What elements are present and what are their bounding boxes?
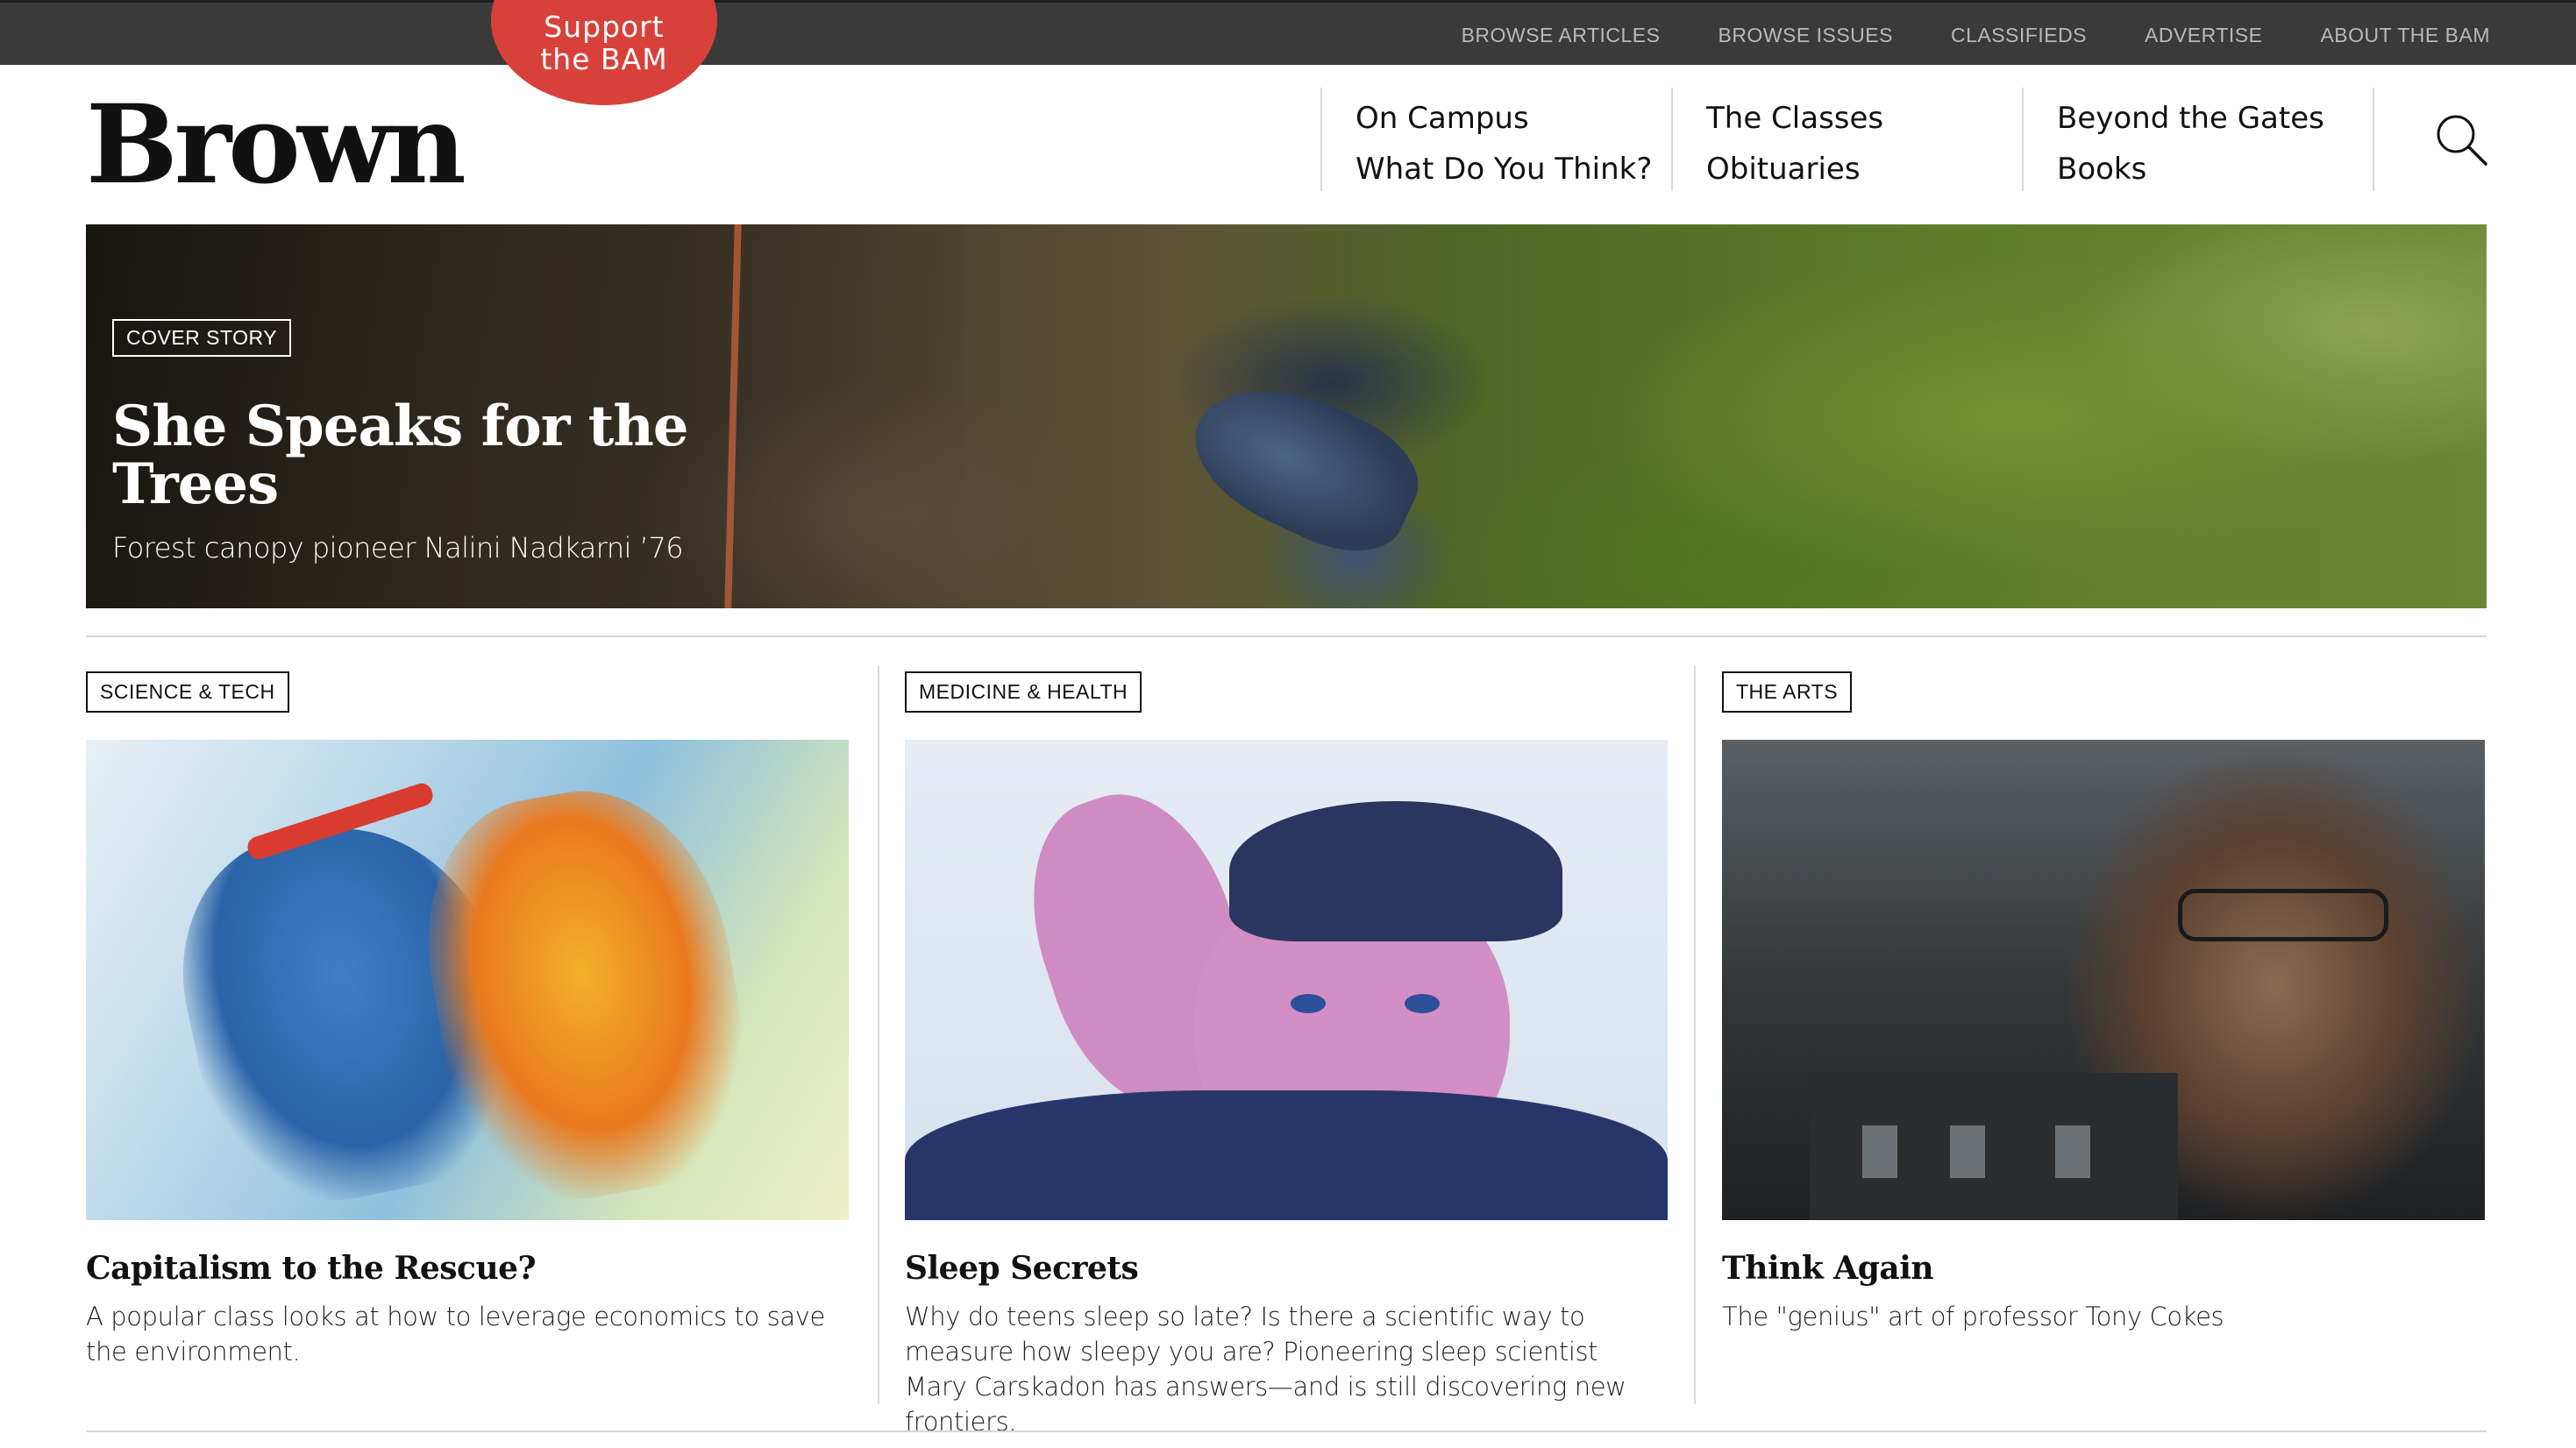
photo-glasses <box>2178 889 2388 941</box>
illustration-eye <box>1405 994 1440 1013</box>
article-card-capitalism: SCIENCE & TECH Capitalism to the Rescue?… <box>86 671 849 1366</box>
search-icon <box>2437 115 2487 166</box>
article-image-capitalism[interactable] <box>86 740 849 1220</box>
column-divider <box>878 666 879 1404</box>
utility-link-about[interactable]: ABOUT THE BAM <box>2320 24 2490 47</box>
support-line-2: the BAM <box>540 42 668 76</box>
photo-window <box>2055 1125 2090 1178</box>
nav-link-obituaries[interactable]: Obituaries <box>1706 144 2022 195</box>
article-image-think-again[interactable] <box>1722 740 2485 1220</box>
top-utility-bar: BROWSE ARTICLES BROWSE ISSUES CLASSIFIED… <box>0 0 2576 65</box>
hero-title[interactable]: She Speaks for the Trees <box>112 398 726 514</box>
nav-column-1: On Campus What Do You Think? <box>1320 88 1671 191</box>
article-description: A popular class looks at how to leverage… <box>86 1302 825 1366</box>
utility-nav: BROWSE ARTICLES BROWSE ISSUES CLASSIFIED… <box>1462 3 2490 67</box>
nav-column-2: The Classes Obituaries <box>1671 88 2022 191</box>
article-image-sleep-secrets[interactable] <box>905 740 1668 1220</box>
hero-image-shoe <box>1173 358 1436 573</box>
column-divider <box>1694 666 1696 1404</box>
category-tag-medicine-health[interactable]: MEDICINE & HEALTH <box>905 671 1142 713</box>
article-title[interactable]: Think Again <box>1722 1250 1934 1287</box>
nav-column-3: Beyond the Gates Books <box>2022 88 2373 191</box>
article-description: Why do teens sleep so late? Is there a s… <box>905 1302 1626 1437</box>
nav-link-what-do-you-think[interactable]: What Do You Think? <box>1356 144 1671 195</box>
article-card-think-again: THE ARTS Think Again The "genius" art of… <box>1722 671 2485 1331</box>
nav-link-books[interactable]: Books <box>2057 144 2373 195</box>
hero-cover-story[interactable]: COVER STORY She Speaks for the Trees For… <box>86 224 2487 608</box>
search-button[interactable] <box>2373 88 2488 191</box>
article-title[interactable]: Capitalism to the Rescue? <box>86 1250 537 1287</box>
bottom-divider <box>86 1430 2487 1432</box>
support-line-1: Support <box>544 10 665 44</box>
nav-link-on-campus[interactable]: On Campus <box>1356 93 1671 144</box>
utility-link-browse-articles[interactable]: BROWSE ARTICLES <box>1462 24 1661 47</box>
utility-link-classifieds[interactable]: CLASSIFIEDS <box>1951 24 2087 47</box>
site-logo[interactable]: Brown <box>86 84 466 207</box>
support-the-bam-button[interactable]: Support the BAM <box>491 0 717 105</box>
article-title[interactable]: Sleep Secrets <box>905 1250 1139 1287</box>
hero-subtitle: Forest canopy pioneer Nalini Nadkarni ’7… <box>112 531 684 564</box>
photo-window <box>1862 1125 1897 1178</box>
category-tag-science-tech[interactable]: SCIENCE & TECH <box>86 671 289 713</box>
cover-story-tag[interactable]: COVER STORY <box>112 319 292 357</box>
article-description: The "genius" art of professor Tony Cokes <box>1722 1302 2224 1331</box>
main-nav: On Campus What Do You Think? The Classes… <box>1320 88 2488 191</box>
article-card-sleep-secrets: MEDICINE & HEALTH Sleep Secrets Why do t… <box>905 671 1668 1437</box>
illustration-cap <box>1229 801 1562 941</box>
illustration-jacket <box>905 1090 1668 1220</box>
nav-link-beyond-the-gates[interactable]: Beyond the Gates <box>2057 93 2373 144</box>
utility-link-advertise[interactable]: ADVERTISE <box>2145 24 2262 47</box>
section-divider <box>86 635 2487 637</box>
illustration-eye <box>1291 994 1326 1013</box>
utility-link-browse-issues[interactable]: BROWSE ISSUES <box>1718 24 1892 47</box>
category-tag-the-arts[interactable]: THE ARTS <box>1722 671 1853 713</box>
nav-link-the-classes[interactable]: The Classes <box>1706 93 2022 144</box>
photo-window <box>1950 1125 1985 1178</box>
